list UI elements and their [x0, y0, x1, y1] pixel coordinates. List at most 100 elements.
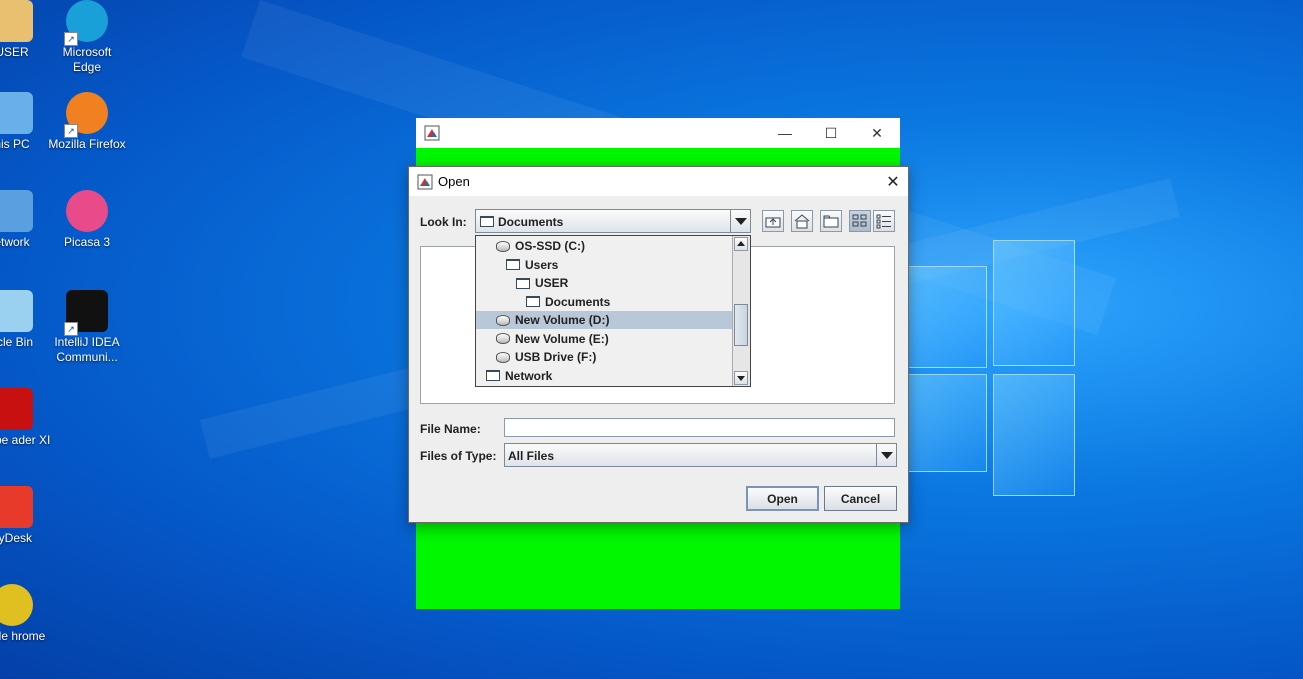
up-one-level-icon [765, 217, 781, 228]
desktop-icon-label: etwork [0, 235, 30, 249]
desktop-icon-label: nyDesk [0, 531, 32, 545]
desktop-icon[interactable]: nyDesk [0, 486, 52, 546]
look-in-dropdown[interactable]: OS-SSD (C:) Users USER Documents New Volume … [475, 235, 751, 387]
desktop-icon-label: Adobe ader XI [0, 433, 51, 447]
chrome-icon [0, 584, 33, 626]
intellij-icon: ↗ [64, 290, 108, 336]
chevron-up-icon [737, 241, 745, 246]
details-view-button[interactable] [873, 210, 895, 232]
files-of-type-combo[interactable]: All Files [504, 443, 897, 467]
dialog-title: Open [438, 174, 470, 189]
maximize-button[interactable]: ☐ [808, 118, 854, 148]
desktop-icon[interactable]: ↗ IntelliJ IDEA Communi... [47, 290, 127, 365]
dropdown-item[interactable]: Network [476, 367, 743, 385]
new-folder-button[interactable] [820, 210, 842, 232]
dropdown-item-label: USB Drive (F:) [515, 350, 597, 364]
up-one-level-button[interactable] [762, 210, 784, 232]
desktop-icon-label: IntelliJ IDEA Communi... [54, 335, 120, 364]
chevron-down-icon [737, 376, 745, 381]
dropdown-item-label: USER [535, 276, 569, 290]
drive-icon [496, 333, 510, 344]
folder-icon [506, 259, 520, 270]
desktop-icon-label: ycle Bin [0, 335, 34, 349]
dropdown-item-label: New Volume (D:) [515, 313, 610, 327]
desktop-icon-label: Microsoft Edge [62, 45, 112, 74]
dropdown-item-label: Network [505, 368, 553, 383]
desktop-icon-label: oogle hrome [0, 629, 46, 643]
desktop-icon[interactable]: ↗ Mozilla Firefox [47, 92, 127, 152]
close-button[interactable]: ✕ [854, 118, 900, 148]
dropdown-item[interactable]: New Volume (E:) [476, 330, 750, 348]
drive-icon [496, 240, 510, 252]
minimize-button[interactable]: — [762, 118, 808, 148]
dropdown-item[interactable]: Documents [476, 293, 750, 311]
home-icon [794, 214, 810, 229]
chevron-down-icon[interactable] [730, 210, 750, 232]
windows-logo [905, 240, 1075, 496]
list-view-button[interactable] [849, 210, 871, 232]
frame-title-bar[interactable]: — ☐ ✕ [416, 118, 900, 148]
dropdown-item[interactable]: USB Drive (F:) [476, 348, 750, 366]
dropdown-item-label: OS-SSD (C:) [515, 239, 585, 253]
drive-icon [496, 351, 510, 363]
firefox-icon: ↗ [64, 92, 108, 138]
dropdown-item-label: New Volume (E:) [515, 331, 609, 346]
desktop-icon[interactable]: etwork [0, 190, 52, 250]
scroll-up-button[interactable] [734, 237, 748, 251]
file-name-label: File Name: [420, 422, 481, 436]
desktop-icon-label: his PC [0, 137, 30, 151]
scroll-thumb[interactable] [734, 304, 748, 346]
look-in-combo[interactable]: Documents [475, 209, 751, 233]
file-name-input[interactable] [504, 418, 895, 437]
details-view-icon [876, 214, 891, 229]
java-app-icon [417, 174, 433, 189]
look-in-label: Look In: [420, 215, 467, 229]
desktop-icon[interactable]: ycle Bin [0, 290, 52, 350]
edge-icon: ↗ [64, 0, 108, 46]
desktop-icon-label: Picasa 3 [63, 235, 111, 249]
folder-icon [516, 277, 530, 289]
shortcut-arrow-icon: ↗ [64, 124, 78, 138]
dialog-title-bar[interactable]: Open ✕ [409, 167, 908, 196]
this-pc-icon [0, 92, 33, 134]
desktop-icon-label: Mozilla Firefox [48, 137, 126, 151]
network-icon [0, 190, 33, 232]
dropdown-item[interactable]: USER [476, 274, 750, 292]
chevron-down-icon[interactable] [876, 444, 896, 466]
open-button[interactable]: Open [746, 486, 819, 511]
desktop-icon[interactable]: Adobe ader XI [0, 388, 52, 448]
dropdown-item-label: Users [525, 257, 559, 272]
adobe-reader-icon [0, 388, 33, 430]
desktop-icon-label: USER [0, 45, 29, 59]
java-app-icon [424, 125, 440, 141]
dropdown-scrollbar[interactable] [732, 236, 750, 386]
anydesk-icon [0, 486, 33, 528]
shortcut-arrow-icon: ↗ [64, 322, 78, 336]
picasa-icon [66, 190, 108, 232]
folder-icon [480, 216, 494, 227]
files-of-type-label: Files of Type: [420, 449, 497, 463]
dropdown-item-label: Documents [545, 294, 611, 309]
desktop-icon[interactable]: oogle hrome [0, 584, 52, 644]
user-folder-icon [0, 0, 33, 42]
scroll-down-button[interactable] [734, 371, 748, 385]
home-button[interactable] [791, 210, 813, 232]
folder-icon [486, 370, 500, 381]
shortcut-arrow-icon: ↗ [64, 32, 78, 46]
dropdown-item[interactable]: Users [476, 256, 750, 274]
dialog-close-button[interactable]: ✕ [878, 167, 908, 196]
desktop-icon[interactable]: Picasa 3 [47, 190, 127, 250]
drive-icon [496, 314, 510, 326]
desktop-icon[interactable]: his PC [0, 92, 52, 152]
folder-icon [526, 296, 540, 307]
look-in-value: Documents [498, 215, 564, 229]
dropdown-item[interactable]: New Volume (D:) [476, 311, 750, 329]
desktop-icon[interactable]: ↗ Microsoft Edge [47, 0, 127, 75]
recycle-bin-icon [0, 290, 33, 332]
cancel-button[interactable]: Cancel [824, 486, 897, 511]
list-view-icon [852, 214, 867, 227]
new-folder-icon [823, 215, 839, 228]
desktop-icon[interactable]: USER [0, 0, 52, 60]
dropdown-item[interactable]: OS-SSD (C:) [476, 237, 750, 255]
files-of-type-value: All Files [508, 449, 555, 463]
